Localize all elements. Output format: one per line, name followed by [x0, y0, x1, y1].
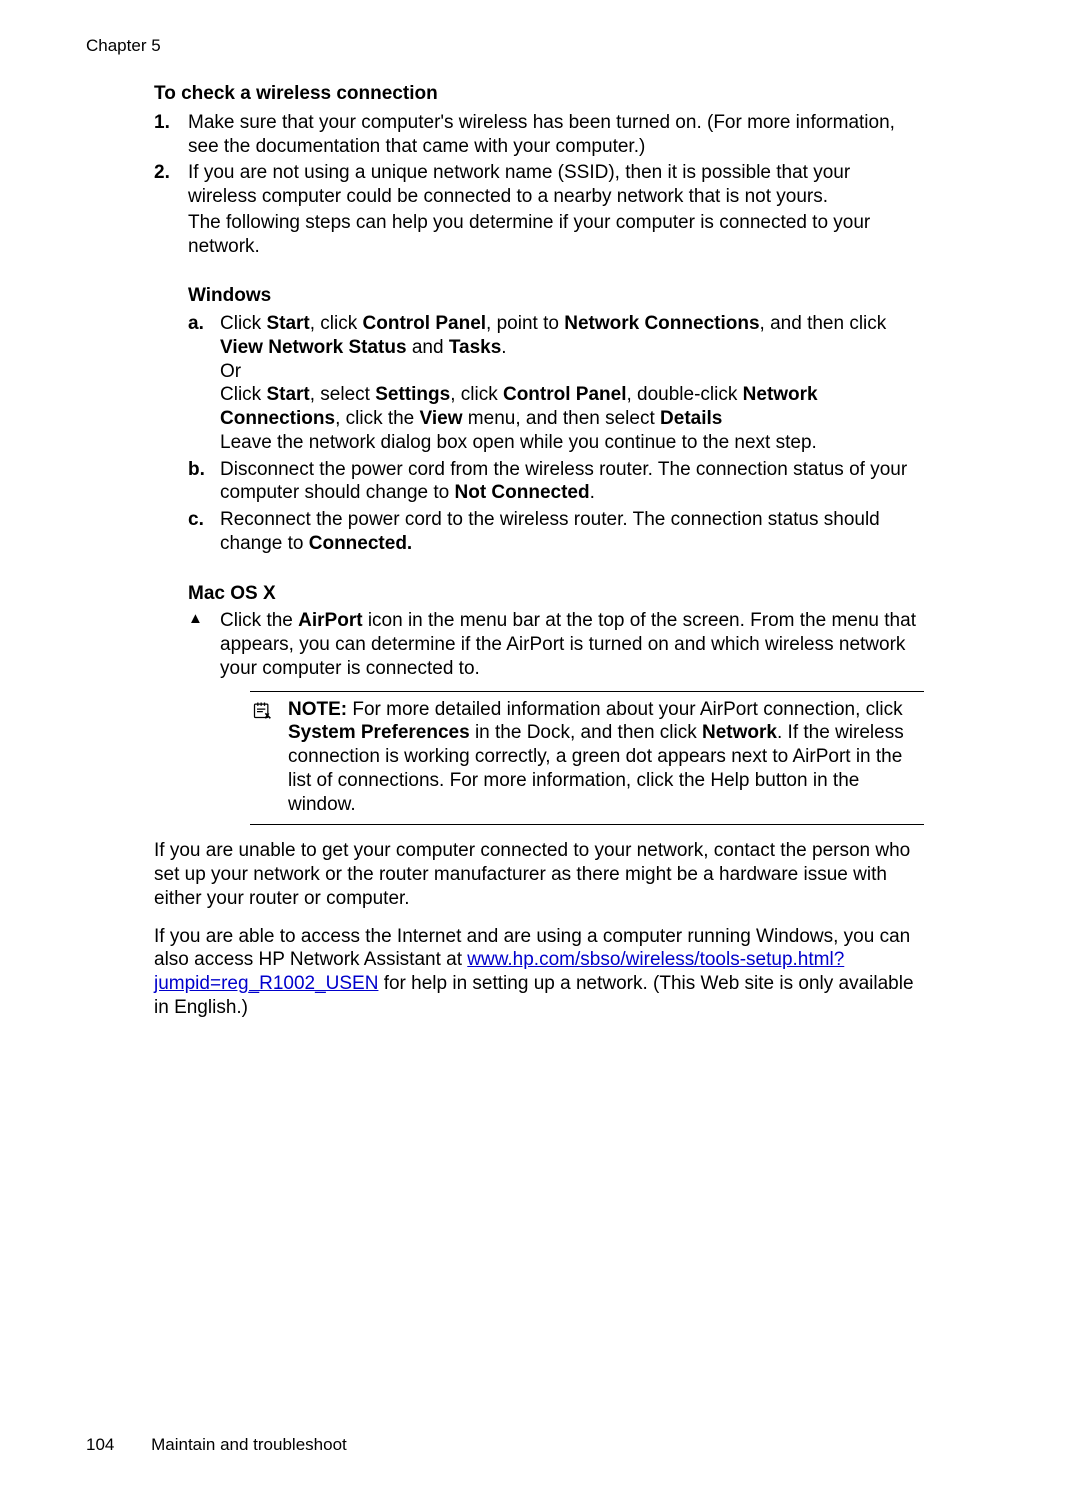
section-heading: To check a wireless connection	[154, 82, 924, 106]
chapter-header: Chapter 5	[86, 36, 161, 56]
windows-step-a: Click Start, click Control Panel, point …	[188, 312, 924, 455]
win-a-line1: Click Start, click Control Panel, point …	[220, 313, 886, 358]
paragraph-link: If you are able to access the Internet a…	[154, 925, 924, 1020]
mac-text: Click the AirPort icon in the menu bar a…	[220, 610, 916, 679]
windows-step-c: Reconnect the power cord to the wireless…	[188, 508, 924, 556]
page-number: 104	[86, 1435, 114, 1455]
note-text: NOTE: For more detailed information abou…	[250, 698, 924, 817]
windows-substeps: Click Start, click Control Panel, point …	[188, 312, 924, 556]
content-region: To check a wireless connection Make sure…	[154, 82, 924, 1020]
step-1: Make sure that your computer's wireless …	[154, 111, 924, 159]
paragraph-unable: If you are unable to get your computer c…	[154, 839, 924, 910]
win-a-leave: Leave the network dialog box open while …	[220, 431, 924, 455]
page-footer: 104 Maintain and troubleshoot	[86, 1435, 347, 1455]
footer-title: Maintain and troubleshoot	[151, 1435, 347, 1454]
step-2-para-1: If you are not using a unique network na…	[188, 161, 924, 209]
note-callout: NOTE: For more detailed information abou…	[250, 691, 924, 826]
macos-step: Click the AirPort icon in the menu bar a…	[188, 609, 924, 825]
macos-substeps: Click the AirPort icon in the menu bar a…	[188, 609, 924, 825]
windows-subheading: Windows	[188, 284, 924, 308]
win-b-text: Disconnect the power cord from the wirel…	[220, 459, 907, 504]
windows-step-b: Disconnect the power cord from the wirel…	[188, 458, 924, 506]
note-icon	[252, 700, 272, 727]
win-a-line2: Click Start, select Settings, click Cont…	[220, 383, 924, 431]
win-a-or: Or	[220, 360, 924, 384]
ordered-steps: Make sure that your computer's wireless …	[154, 111, 924, 826]
macos-subheading: Mac OS X	[188, 582, 924, 606]
step-1-text: Make sure that your computer's wireless …	[188, 112, 895, 157]
step-2-para-2: The following steps can help you determi…	[188, 211, 924, 259]
step-2: If you are not using a unique network na…	[154, 161, 924, 825]
document-page: Chapter 5 To check a wireless connection…	[0, 0, 1080, 1495]
win-c-text: Reconnect the power cord to the wireless…	[220, 509, 880, 554]
